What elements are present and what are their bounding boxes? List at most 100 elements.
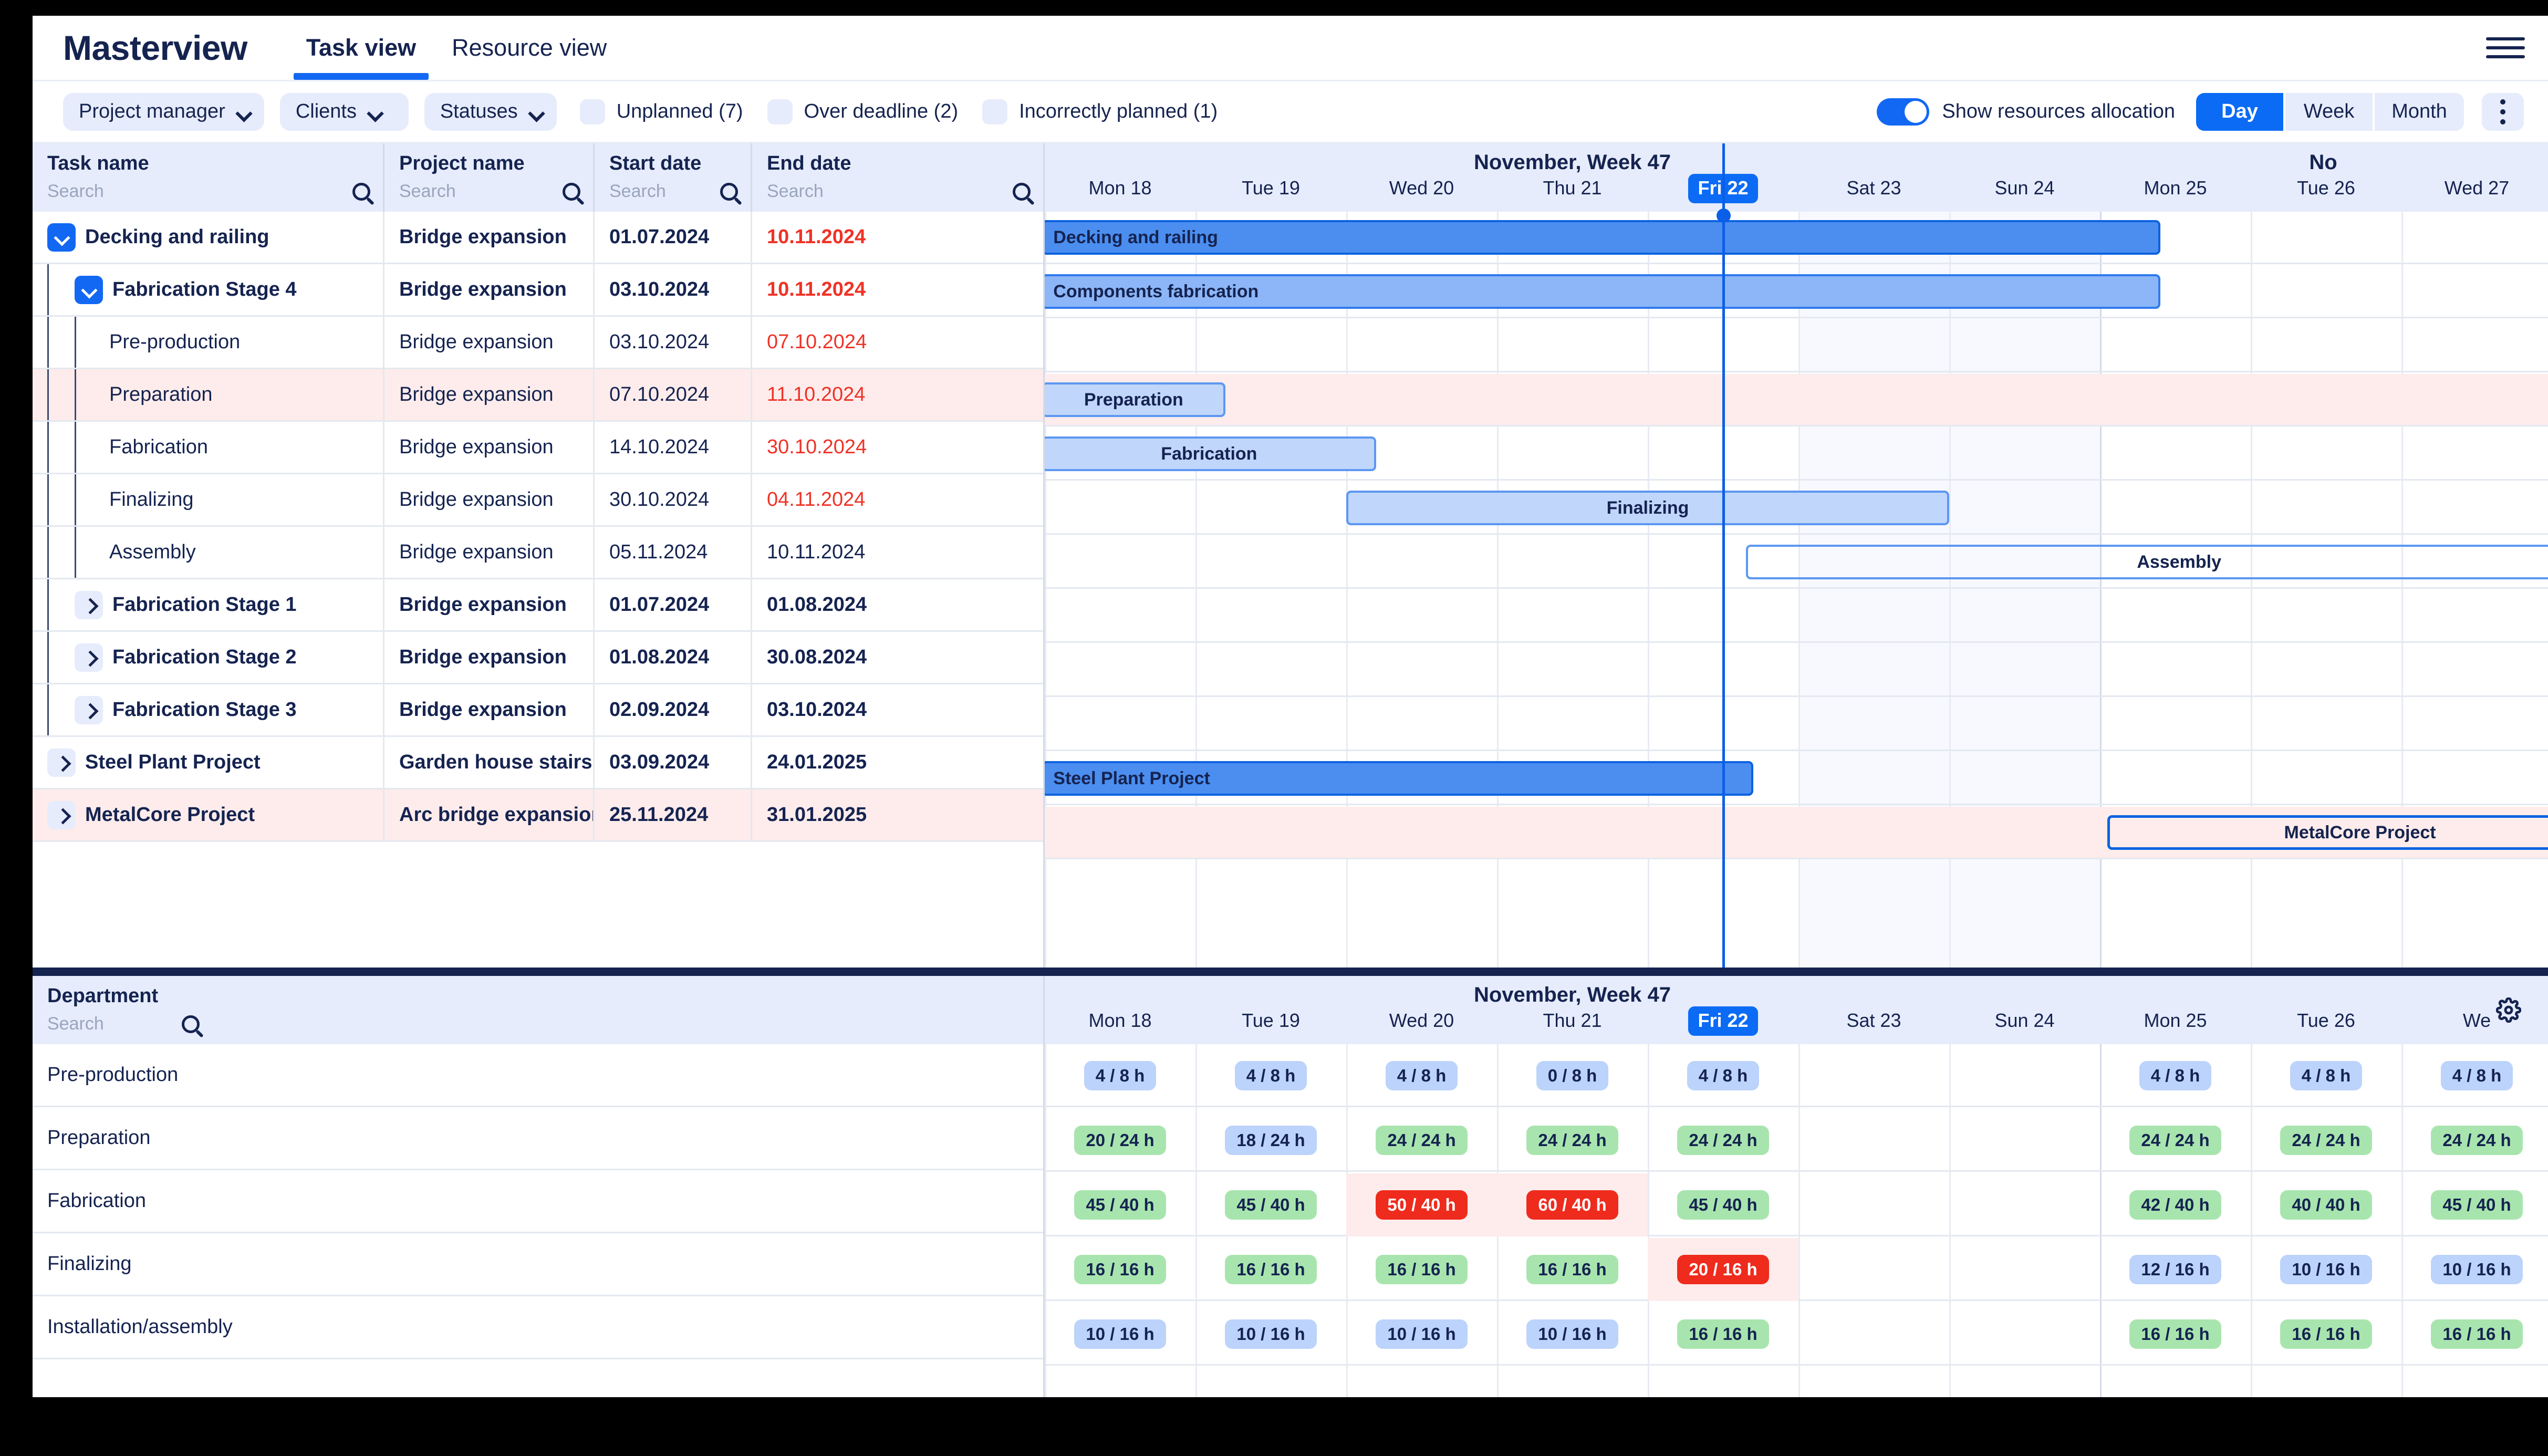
allocation-cell[interactable] — [1949, 1044, 2100, 1107]
allocation-cell[interactable]: 4 / 8 h — [2401, 1044, 2548, 1107]
search-icon[interactable] — [720, 182, 738, 201]
allocation-cell[interactable]: 42 / 40 h — [2100, 1173, 2251, 1236]
allocation-cell[interactable]: 45 / 40 h — [2401, 1173, 2548, 1236]
gantt-bar[interactable]: Decking and railing — [1045, 220, 2160, 255]
chevron-right-icon[interactable] — [47, 800, 76, 829]
allocation-cell[interactable]: 16 / 16 h — [1045, 1238, 1195, 1301]
checkbox-box[interactable] — [579, 99, 605, 124]
table-row[interactable]: Assembly Bridge expansion 05.11.2024 10.11.… — [33, 527, 1043, 579]
allocation-cell[interactable]: 12 / 16 h — [2100, 1238, 2251, 1301]
search-end-date[interactable]: Search — [767, 181, 1031, 202]
gantt-bar[interactable]: Steel Plant Project — [1045, 761, 1753, 796]
search-icon[interactable] — [563, 182, 580, 201]
table-row[interactable]: Fabrication Bridge expansion 14.10.2024 30.… — [33, 422, 1043, 474]
search-icon[interactable] — [352, 182, 370, 201]
gantt-bar[interactable]: Assembly — [1745, 545, 2548, 579]
allocation-cell[interactable] — [1949, 1238, 2100, 1301]
table-row[interactable]: Preparation Bridge expansion 07.10.2024 11.… — [33, 369, 1043, 422]
allocation-cell[interactable]: 40 / 40 h — [2251, 1173, 2401, 1236]
allocation-cell[interactable]: 24 / 24 h — [2100, 1109, 2251, 1172]
allocation-cell[interactable]: 10 / 16 h — [1045, 1303, 1195, 1366]
allocation-cell[interactable]: 4 / 8 h — [2251, 1044, 2401, 1107]
search-start-date[interactable]: Search — [609, 181, 738, 202]
allocation-cell[interactable]: 16 / 16 h — [2100, 1303, 2251, 1366]
allocation-cell[interactable] — [1949, 1109, 2100, 1172]
chevron-right-icon[interactable] — [75, 695, 103, 724]
department-row[interactable]: Finalizing — [33, 1233, 1043, 1296]
allocation-cell[interactable]: 10 / 16 h — [2251, 1238, 2401, 1301]
allocation-cell[interactable]: 50 / 40 h — [1346, 1173, 1497, 1236]
search-icon[interactable] — [1013, 182, 1031, 201]
table-row[interactable]: Fabrication Stage 1 Bridge expansion 01.07… — [33, 579, 1043, 632]
allocation-cell[interactable]: 0 / 8 h — [1497, 1044, 1648, 1107]
allocation-cell[interactable]: 20 / 16 h — [1648, 1238, 1798, 1301]
allocation-cell[interactable]: 24 / 24 h — [1346, 1109, 1497, 1172]
checkbox-unplanned[interactable]: Unplanned (7) — [579, 99, 743, 124]
allocation-cell[interactable] — [1798, 1109, 1949, 1172]
filter-project-manager[interactable]: Project manager — [63, 92, 264, 131]
timescale-month-button[interactable]: Month — [2375, 92, 2464, 131]
timescale-week-button[interactable]: Week — [2285, 92, 2375, 131]
department-row[interactable]: Preparation — [33, 1107, 1043, 1170]
allocation-cell[interactable]: 4 / 8 h — [1045, 1044, 1195, 1107]
search-project-name[interactable]: Search — [399, 181, 580, 202]
search-icon[interactable] — [182, 1015, 200, 1033]
table-row[interactable]: Pre-production Bridge expansion 03.10.2024… — [33, 317, 1043, 369]
search-department[interactable]: Search — [47, 1014, 200, 1034]
table-row[interactable]: Finalizing Bridge expansion 30.10.2024 04.1… — [33, 474, 1043, 527]
chevron-right-icon[interactable] — [75, 643, 103, 672]
gear-icon[interactable] — [2469, 976, 2548, 1044]
chevron-down-icon[interactable] — [75, 275, 103, 304]
allocation-cell[interactable]: 4 / 8 h — [1648, 1044, 1798, 1107]
table-row[interactable]: Steel Plant Project Garden house stairs 03… — [33, 737, 1043, 789]
table-row[interactable]: MetalCore Project Arc bridge expansion 25.… — [33, 789, 1043, 842]
gantt-bar[interactable]: Components fabrication — [1045, 274, 2160, 309]
filter-clients[interactable]: Clients — [279, 92, 409, 131]
checkbox-over-deadline[interactable]: Over deadline (2) — [767, 99, 958, 124]
kebab-menu-icon[interactable] — [2482, 92, 2524, 131]
allocation-cell[interactable]: 24 / 24 h — [1497, 1109, 1648, 1172]
gantt-bar[interactable]: Preparation — [1045, 382, 1226, 417]
gantt-bar[interactable]: MetalCore Project — [2107, 815, 2548, 850]
table-row[interactable]: Fabrication Stage 3 Bridge expansion 02.09… — [33, 684, 1043, 737]
allocation-cell[interactable]: 4 / 8 h — [1195, 1044, 1346, 1107]
allocation-cell[interactable]: 4 / 8 h — [1346, 1044, 1497, 1107]
hamburger-menu-icon[interactable] — [2486, 32, 2525, 64]
table-row[interactable]: Fabrication Stage 4 Bridge expansion 03.10… — [33, 264, 1043, 317]
allocation-cell[interactable]: 16 / 16 h — [2401, 1303, 2548, 1366]
table-row[interactable]: Decking and railing Bridge expansion 01.07… — [33, 212, 1043, 264]
allocation-cell[interactable]: 16 / 16 h — [1648, 1303, 1798, 1366]
allocation-cell[interactable]: 18 / 24 h — [1195, 1109, 1346, 1172]
chevron-right-icon[interactable] — [47, 748, 76, 777]
search-task-name[interactable]: Search — [47, 181, 370, 202]
allocation-cell[interactable] — [1949, 1303, 2100, 1366]
allocation-cell[interactable]: 60 / 40 h — [1497, 1173, 1648, 1236]
allocation-cell[interactable]: 20 / 24 h — [1045, 1109, 1195, 1172]
allocation-cell[interactable]: 24 / 24 h — [2401, 1109, 2548, 1172]
allocation-cell[interactable] — [1798, 1238, 1949, 1301]
chevron-right-icon[interactable] — [75, 590, 103, 619]
allocation-cell[interactable]: 10 / 16 h — [1346, 1303, 1497, 1366]
checkbox-incorrectly-planned[interactable]: Incorrectly planned (1) — [982, 99, 1218, 124]
allocation-cell[interactable]: 16 / 16 h — [2251, 1303, 2401, 1366]
allocation-cell[interactable]: 16 / 16 h — [1346, 1238, 1497, 1301]
allocation-cell[interactable]: 45 / 40 h — [1195, 1173, 1346, 1236]
allocation-cell[interactable]: 16 / 16 h — [1497, 1238, 1648, 1301]
allocation-cell[interactable]: 24 / 24 h — [1648, 1109, 1798, 1172]
gantt-bar[interactable]: Fabrication — [1045, 436, 1377, 471]
allocation-cell[interactable]: 24 / 24 h — [2251, 1109, 2401, 1172]
gantt-bar[interactable]: Finalizing — [1346, 491, 1949, 525]
department-row[interactable]: Installation/assembly — [33, 1296, 1043, 1359]
allocation-cell[interactable] — [1798, 1303, 1949, 1366]
chevron-down-icon[interactable] — [47, 223, 76, 252]
toggle-show-resources-allocation[interactable] — [1877, 98, 1930, 126]
allocation-cell[interactable]: 10 / 16 h — [2401, 1238, 2548, 1301]
allocation-cell[interactable]: 16 / 16 h — [1195, 1238, 1346, 1301]
tab-resource-view[interactable]: Resource view — [434, 16, 625, 80]
allocation-cell[interactable]: 10 / 16 h — [1195, 1303, 1346, 1366]
allocation-cell[interactable] — [1798, 1044, 1949, 1107]
allocation-cell[interactable]: 45 / 40 h — [1648, 1173, 1798, 1236]
filter-statuses[interactable]: Statuses — [424, 92, 557, 131]
checkbox-box[interactable] — [767, 99, 793, 124]
allocation-cell[interactable]: 45 / 40 h — [1045, 1173, 1195, 1236]
